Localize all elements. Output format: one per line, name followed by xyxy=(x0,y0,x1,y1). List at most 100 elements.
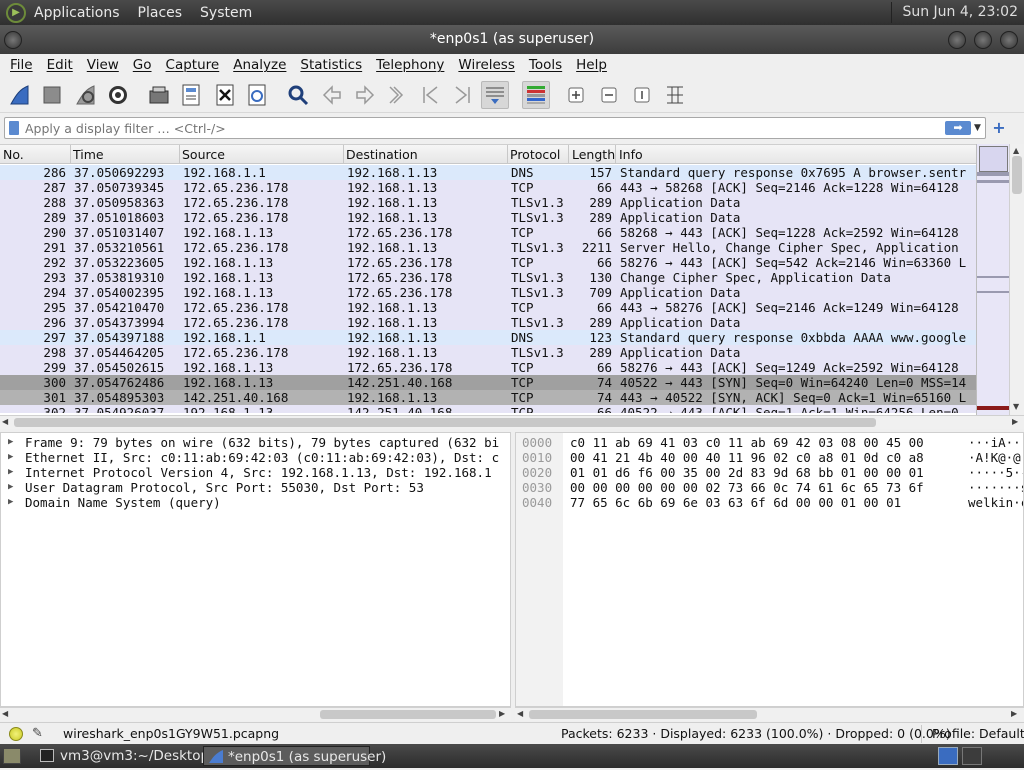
display-filter-input[interactable] xyxy=(25,119,925,137)
apply-filter-arrow-icon[interactable]: ➡ xyxy=(945,121,971,135)
taskbar-item-terminal[interactable]: vm3@vm3:~/Desktop xyxy=(36,746,209,766)
filter-history-dropdown-icon[interactable]: ▼ xyxy=(974,120,984,136)
taskbar-item-wireshark[interactable]: *enp0s1 (as superuser) xyxy=(203,746,386,766)
packet-list-horizontal-scrollbar[interactable]: ◀ ▶ xyxy=(0,415,1024,429)
maximize-button[interactable] xyxy=(974,31,992,49)
workspace-switcher-2[interactable] xyxy=(962,747,982,765)
show-desktop-icon[interactable] xyxy=(3,748,21,764)
stop-capture-icon[interactable] xyxy=(38,81,66,109)
expand-arrow-icon[interactable]: ▶ xyxy=(8,465,13,480)
menu-telephony[interactable]: Telephony xyxy=(369,57,451,73)
restart-capture-icon[interactable] xyxy=(72,81,100,109)
add-filter-button-plus-icon[interactable]: + xyxy=(990,118,1008,138)
scroll-left-arrow-icon[interactable]: ◀ xyxy=(2,709,8,718)
last-packet-icon[interactable] xyxy=(448,81,476,109)
packet-row[interactable]: 297 37.054397188 192.168.1.1 192.168.1.13 DN… xyxy=(0,330,976,345)
detail-tree-item-udp[interactable]: ▶ User Datagram Protocol, Src Port: 55030… xyxy=(1,480,510,495)
window-title-bar[interactable]: *enp0s1 (as superuser) xyxy=(0,25,1024,54)
detail-tree-item-frame[interactable]: ▶ Frame 9: 79 bytes on wire (632 bits), 7… xyxy=(1,435,510,450)
panel-menu-applications[interactable]: Applications xyxy=(34,5,120,21)
packet-row[interactable]: 286 37.050692293 192.168.1.1 192.168.1.13 DN… xyxy=(0,165,976,180)
column-header-protocol[interactable]: Protocol xyxy=(510,147,560,162)
scroll-thumb[interactable] xyxy=(529,710,757,719)
scroll-thumb[interactable] xyxy=(1012,156,1022,194)
packet-row[interactable]: 287 37.050739345 172.65.236.178 192.168.1.1… xyxy=(0,180,976,195)
capture-comment-pencil-icon[interactable]: ✎ xyxy=(32,726,48,742)
packet-row[interactable]: 296 37.054373994 172.65.236.178 192.168.1.1… xyxy=(0,315,976,330)
resize-columns-icon[interactable] xyxy=(661,81,689,109)
column-header-time[interactable]: Time xyxy=(73,147,104,162)
packet-minimap-scrollbar[interactable] xyxy=(976,144,1009,415)
reload-file-icon[interactable] xyxy=(243,81,271,109)
column-header-no[interactable]: No. xyxy=(3,147,24,162)
scroll-right-arrow-icon[interactable]: ▶ xyxy=(499,709,505,718)
column-header-length[interactable]: Length xyxy=(572,147,615,162)
detail-tree-item-dns[interactable]: ▶ Domain Name System (query) xyxy=(1,495,510,510)
distro-logo-icon[interactable]: ▶ xyxy=(6,2,26,23)
first-packet-icon[interactable] xyxy=(417,81,445,109)
zoom-out-icon[interactable] xyxy=(595,81,623,109)
packet-row[interactable]: 289 37.051018603 172.65.236.178 192.168.1.1… xyxy=(0,210,976,225)
expert-info-status-icon[interactable] xyxy=(9,727,23,741)
packet-row[interactable]: 300 37.054762486 192.168.1.13 142.251.40.16… xyxy=(0,375,976,390)
details-horizontal-scrollbar[interactable]: ◀ ▶ xyxy=(0,707,511,721)
close-button[interactable] xyxy=(1000,31,1018,49)
menu-file[interactable]: File xyxy=(3,57,40,73)
go-back-arrow-icon[interactable] xyxy=(318,81,346,109)
detail-tree-item-ethernet[interactable]: ▶ Ethernet II, Src: c0:11:ab:69:42:03 (c0… xyxy=(1,450,510,465)
find-packet-magnifier-icon[interactable] xyxy=(284,81,312,109)
menu-go[interactable]: Go xyxy=(126,57,159,73)
menu-edit[interactable]: Edit xyxy=(40,57,80,73)
menu-statistics[interactable]: Statistics xyxy=(293,57,369,73)
scroll-left-arrow-icon[interactable]: ◀ xyxy=(2,417,8,426)
packet-row[interactable]: 292 37.053223605 192.168.1.13 172.65.236.17… xyxy=(0,255,976,270)
expand-arrow-icon[interactable]: ▶ xyxy=(8,435,13,450)
window-menu-icon[interactable] xyxy=(4,31,22,49)
packet-row[interactable]: 290 37.051031407 192.168.1.13 172.65.236.17… xyxy=(0,225,976,240)
packet-row[interactable]: 299 37.054502615 192.168.1.13 172.65.236.17… xyxy=(0,360,976,375)
open-file-icon[interactable] xyxy=(145,81,173,109)
packet-row[interactable]: 293 37.053819310 192.168.1.13 172.65.236.17… xyxy=(0,270,976,285)
column-header-source[interactable]: Source xyxy=(182,147,225,162)
workspace-switcher[interactable] xyxy=(938,747,958,765)
panel-menu-system[interactable]: System xyxy=(200,5,252,21)
packet-row[interactable]: 291 37.053210561 172.65.236.178 192.168.1.1… xyxy=(0,240,976,255)
menu-view[interactable]: View xyxy=(80,57,126,73)
packet-row[interactable]: 288 37.050958363 172.65.236.178 192.168.1.1… xyxy=(0,195,976,210)
scroll-thumb[interactable] xyxy=(14,418,876,427)
scroll-right-arrow-icon[interactable]: ▶ xyxy=(1011,709,1017,718)
zoom-in-icon[interactable] xyxy=(562,81,590,109)
panel-menu-places[interactable]: Places xyxy=(138,5,183,21)
profile-selector[interactable]: Profile: Default xyxy=(932,726,1024,741)
capture-options-gear-icon[interactable] xyxy=(104,81,132,109)
expand-arrow-icon[interactable]: ▶ xyxy=(8,450,13,465)
packet-list-vertical-scrollbar[interactable]: ▲ ▼ xyxy=(1009,144,1024,415)
colorize-packet-list-icon[interactable] xyxy=(522,81,550,109)
packet-row[interactable]: 298 37.054464205 172.65.236.178 192.168.1.1… xyxy=(0,345,976,360)
packet-row[interactable]: 302 37.054926037 192.168.1.13 142.251.40.16… xyxy=(0,405,976,413)
column-header-info[interactable]: Info xyxy=(619,147,643,162)
packet-row[interactable]: 294 37.054002395 192.168.1.13 172.65.236.17… xyxy=(0,285,976,300)
auto-scroll-icon[interactable] xyxy=(481,81,509,109)
packet-row[interactable]: 295 37.054210470 172.65.236.178 192.168.1.1… xyxy=(0,300,976,315)
go-to-packet-icon[interactable] xyxy=(384,81,412,109)
detail-tree-item-ip[interactable]: ▶ Internet Protocol Version 4, Src: 192.1… xyxy=(1,465,510,480)
close-file-icon[interactable] xyxy=(211,81,239,109)
minimize-button[interactable] xyxy=(948,31,966,49)
go-forward-arrow-icon[interactable] xyxy=(351,81,379,109)
bookmark-icon[interactable] xyxy=(9,121,19,135)
save-file-icon[interactable] xyxy=(177,81,205,109)
scroll-right-arrow-icon[interactable]: ▶ xyxy=(1012,417,1018,426)
menu-wireless[interactable]: Wireless xyxy=(451,57,522,73)
menu-capture[interactable]: Capture xyxy=(159,57,227,73)
normal-size-icon[interactable] xyxy=(628,81,656,109)
scroll-up-arrow-icon[interactable]: ▲ xyxy=(1013,146,1019,155)
packet-row[interactable]: 301 37.054895303 142.251.40.168 192.168.1.1… xyxy=(0,390,976,405)
expand-arrow-icon[interactable]: ▶ xyxy=(8,480,13,495)
start-capture-shark-fin-icon[interactable] xyxy=(6,81,34,109)
menu-tools[interactable]: Tools xyxy=(522,57,569,73)
menu-analyze[interactable]: Analyze xyxy=(226,57,293,73)
expand-arrow-icon[interactable]: ▶ xyxy=(8,495,13,510)
bytes-horizontal-scrollbar[interactable]: ◀ ▶ xyxy=(515,707,1024,721)
scroll-thumb[interactable] xyxy=(320,710,496,719)
